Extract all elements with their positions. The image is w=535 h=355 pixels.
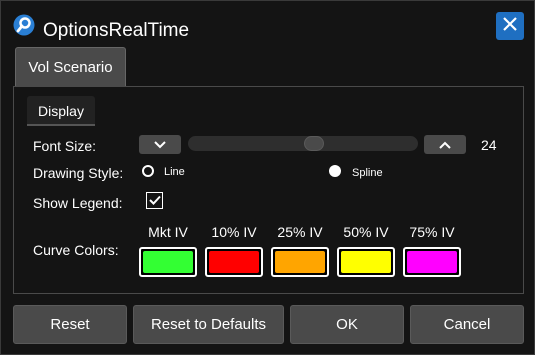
- font-size-label: Font Size:: [33, 138, 97, 154]
- color-swatch-10-iv[interactable]: [205, 247, 263, 277]
- chevron-down-icon: [154, 136, 166, 154]
- curve-color-header-10-iv: 10% IV: [211, 224, 257, 240]
- color-swatch-75-iv[interactable]: [403, 247, 461, 277]
- close-icon: [502, 16, 518, 37]
- color-swatch-25-iv[interactable]: [271, 247, 329, 277]
- ok-button[interactable]: OK: [290, 305, 404, 344]
- subtab-display[interactable]: Display: [27, 96, 95, 126]
- radio-line[interactable]: [142, 165, 154, 177]
- color-fill: [143, 251, 193, 273]
- font-size-slider[interactable]: [188, 136, 418, 151]
- curve-color-header-25-iv: 25% IV: [277, 224, 323, 240]
- show-legend-checkbox[interactable]: [146, 192, 163, 209]
- color-swatch-mkt-iv[interactable]: [139, 247, 197, 277]
- color-fill: [407, 251, 457, 273]
- font-size-slider-thumb[interactable]: [304, 136, 324, 151]
- reset-button[interactable]: Reset: [13, 305, 127, 344]
- color-fill: [275, 251, 325, 273]
- check-icon: [148, 192, 161, 210]
- options-dialog: OptionsRealTime Vol Scenario Display Fon…: [0, 0, 535, 355]
- show-legend-label: Show Legend:: [33, 195, 123, 211]
- color-swatch-50-iv[interactable]: [337, 247, 395, 277]
- title-bar: OptionsRealTime: [1, 1, 534, 45]
- chevron-up-icon: [439, 136, 451, 154]
- drawing-style-label: Drawing Style:: [33, 165, 124, 181]
- radio-spline[interactable]: [329, 165, 341, 177]
- window-title: OptionsRealTime: [43, 20, 190, 41]
- radio-spline-label: Spline: [352, 167, 383, 179]
- curve-colors-label: Curve Colors:: [33, 242, 119, 258]
- curve-color-header-75-iv: 75% IV: [409, 224, 455, 240]
- color-fill: [209, 251, 259, 273]
- curve-color-header-50-iv: 50% IV: [343, 224, 389, 240]
- reset-to-defaults-button[interactable]: Reset to Defaults: [133, 305, 284, 344]
- font-size-value: 24: [481, 137, 497, 153]
- font-size-increase-button[interactable]: [424, 135, 466, 154]
- color-fill: [341, 251, 391, 273]
- radio-line-label: Line: [164, 166, 185, 178]
- tab-vol-scenario[interactable]: Vol Scenario: [15, 47, 126, 86]
- search-icon: [13, 14, 35, 36]
- cancel-button[interactable]: Cancel: [410, 305, 524, 344]
- font-size-decrease-button[interactable]: [139, 135, 181, 154]
- curve-color-header-mkt-iv: Mkt IV: [148, 224, 188, 240]
- close-button[interactable]: [496, 12, 524, 40]
